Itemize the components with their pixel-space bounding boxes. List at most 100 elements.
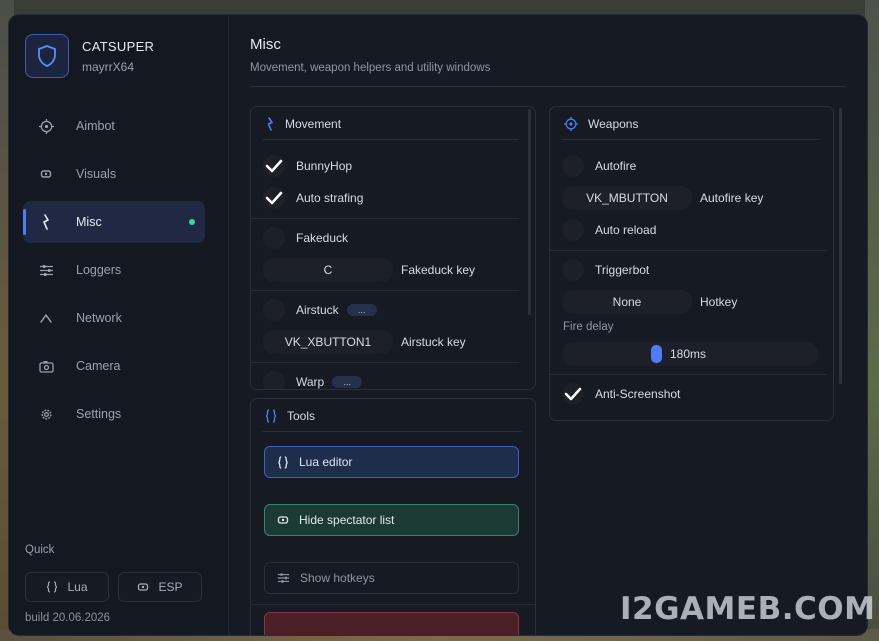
sidebar-item-settings[interactable]: Settings [23,393,205,435]
background-right [865,0,879,641]
auto-strafing-label: Auto strafing [296,191,364,205]
autofire-checkbox[interactable] [562,155,584,177]
quick-lua-label: Lua [67,580,88,594]
fakeduck-checkbox[interactable] [263,227,285,249]
sidebar-item-label: Misc [76,215,102,229]
fakeduck-keybind[interactable]: C [263,258,393,282]
anti-screenshot-checkbox[interactable] [562,383,584,405]
sidebar-item-camera[interactable]: Camera [23,345,205,387]
braces-icon [265,409,277,423]
auto-reload-label: Auto reload [595,223,657,237]
fakeduck-label: Fakeduck [296,231,349,245]
checkmark-icon [265,191,283,205]
divider [263,431,521,432]
triggerbot-row: Triggerbot [562,259,649,281]
warp-options-button[interactable]: ... [332,376,363,388]
lightning-icon [38,214,54,230]
lua-editor-label: Lua editor [299,455,353,469]
divider [251,362,519,363]
autofire-label: Autofire [595,159,637,173]
autofire-row: Autofire [562,155,636,177]
watermark: I2GAMEB.COM [620,591,876,627]
airstuck-options-button[interactable]: ... [346,304,377,316]
fakeduck-key-row: C Fakeduck key [263,258,475,282]
danger-button[interactable] [264,612,519,635]
divider [251,290,519,291]
lightning-icon [265,117,275,131]
fire-delay-slider[interactable]: 180ms [562,342,818,366]
sidebar-item-label: Visuals [76,167,117,181]
sidebar-item-aimbot[interactable]: Aimbot [23,105,205,147]
wifi-icon [38,310,54,326]
quick-lua-button[interactable]: Lua [25,572,109,602]
auto-reload-checkbox[interactable] [562,219,584,241]
anti-screenshot-label: Anti-Screenshot [595,387,681,401]
autofire-keybind[interactable]: VK_MBUTTON [562,186,692,210]
braces-icon [277,455,289,469]
hotkey-row: None Hotkey [562,290,737,314]
weapons-panel[interactable]: Weapons Autofire VK_MBUTTON Autofire key… [549,106,834,421]
anti-screenshot-row: Anti-Screenshot [562,383,680,405]
autofire-key-label: Autofire key [700,191,764,205]
camera-icon [38,358,54,374]
sidebar-item-label: Network [76,311,122,325]
warp-row: Warp ... [263,371,363,389]
movement-title: Movement [285,117,342,131]
quick-title: Quick [25,544,55,556]
brand-name: CATSUPER [82,38,155,54]
sidebar-item-label: Camera [76,359,121,373]
build-version: build 20.06.2026 [25,612,111,624]
checkmark-icon [564,387,582,401]
brand: CATSUPER mayrrX64 [25,34,154,78]
braces-icon [46,581,58,593]
hide-spectator-button[interactable]: Hide spectator list [264,504,519,536]
fire-delay-value: 180ms [670,347,707,361]
sidebar-item-loggers[interactable]: Loggers [23,249,205,291]
eye-icon [277,515,289,525]
page-subtitle: Movement, weapon helpers and utility win… [250,62,491,74]
scrollbar[interactable] [839,108,842,384]
warp-checkbox[interactable] [263,371,285,389]
show-hotkeys-label: Show hotkeys [300,571,375,585]
hide-spectator-label: Hide spectator list [299,513,395,527]
scrollbar[interactable] [528,109,531,315]
tools-panel: Tools Lua editor Hide spectator list Sho… [250,398,536,635]
divider [250,86,846,87]
divider [251,604,535,605]
gear-icon [38,406,54,422]
checkmark-icon [265,159,283,173]
divider [550,374,827,375]
sidebar-item-visuals[interactable]: Visuals [23,153,205,195]
sidebar-item-network[interactable]: Network [23,297,205,339]
bunnyhop-checkbox[interactable] [263,155,285,177]
movement-header: Movement [265,117,341,131]
quick-esp-button[interactable]: ESP [118,572,202,602]
triggerbot-checkbox[interactable] [562,259,584,281]
lua-editor-button[interactable]: Lua editor [264,446,519,478]
auto-strafing-row: Auto strafing [263,187,363,209]
sidebar-item-label: Loggers [76,263,122,277]
auto-strafing-checkbox[interactable] [263,187,285,209]
divider [562,139,820,140]
shield-icon [25,34,69,78]
fakeduck-row: Fakeduck [263,227,348,249]
triggerbot-hotkey[interactable]: None [562,290,692,314]
sidebar: CATSUPER mayrrX64 Aimbot Visuals Misc Lo… [9,15,229,635]
divider [251,218,519,219]
slider-handle[interactable] [651,345,662,363]
airstuck-keybind[interactable]: VK_XBUTTON1 [263,330,393,354]
movement-panel[interactable]: Movement BunnyHop Auto strafing Fakeduck [250,106,536,390]
quick-actions: Lua ESP [25,572,211,602]
divider [263,139,519,140]
page-title: Misc [250,36,281,53]
triggerbot-label: Triggerbot [595,263,650,277]
show-hotkeys-button[interactable]: Show hotkeys [264,562,519,594]
main-content: Misc Movement, weapon helpers and utilit… [229,15,867,635]
airstuck-checkbox[interactable] [263,299,285,321]
quick-esp-label: ESP [158,580,183,594]
airstuck-key-label: Airstuck key [401,335,466,349]
autofire-key-row: VK_MBUTTON Autofire key [562,186,763,210]
sidebar-item-misc[interactable]: Misc [23,201,205,243]
brand-user: mayrrX64 [82,59,135,74]
crosshair-icon [38,118,54,134]
